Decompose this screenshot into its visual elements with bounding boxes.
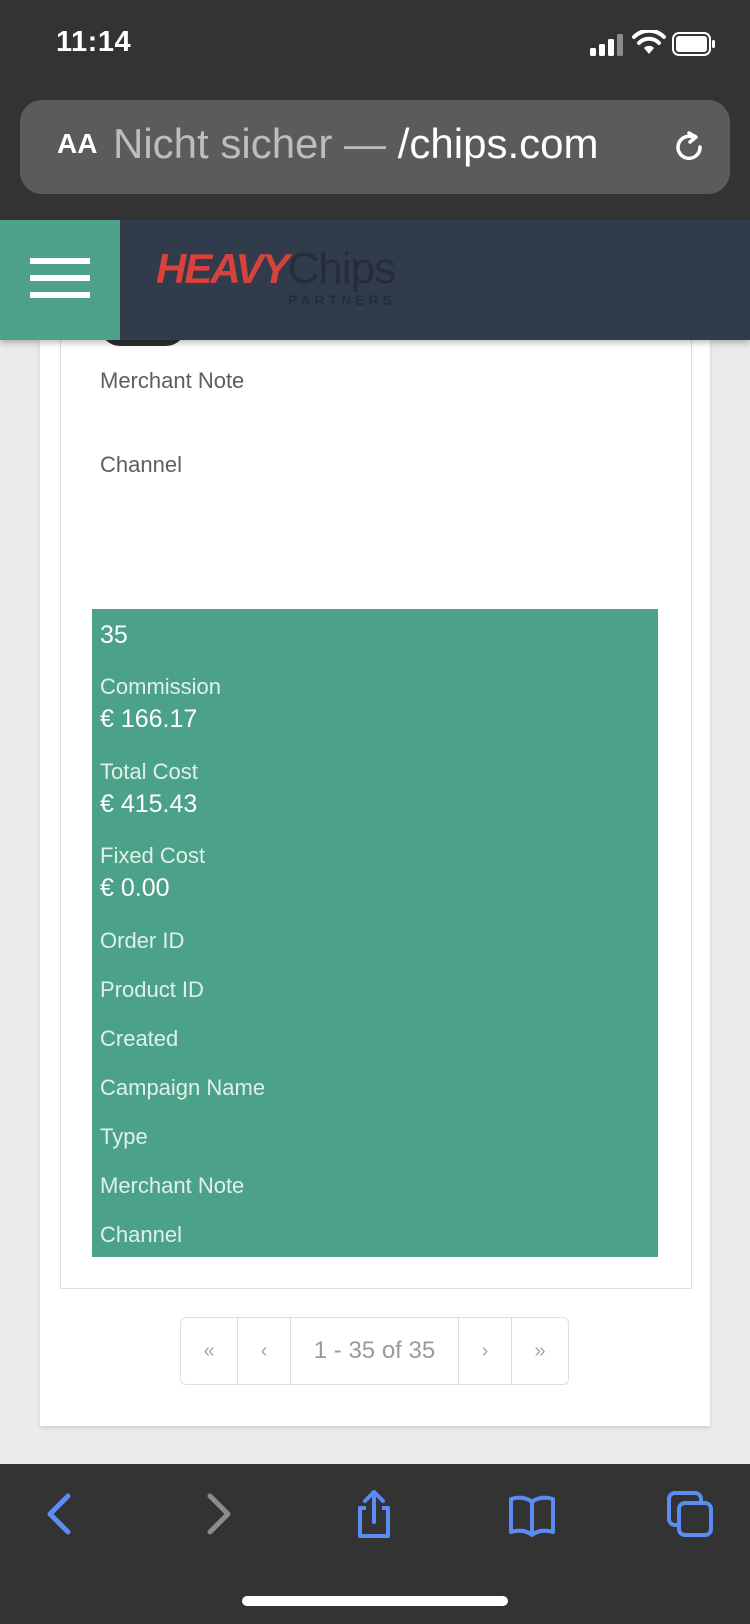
total-cost-label: Total Cost: [100, 759, 198, 784]
last-page-button[interactable]: »: [511, 1318, 568, 1384]
hamburger-menu-button[interactable]: [0, 220, 120, 340]
url-domain: /chips.com: [397, 120, 599, 167]
commission-label: Commission: [100, 674, 222, 699]
pagination: « ‹ 1 - 35 of 35 › »: [180, 1317, 569, 1385]
next-page-button[interactable]: ›: [458, 1318, 511, 1384]
url-text[interactable]: Nicht sicher — /chips.com: [113, 120, 598, 168]
cellular-signal-icon: [590, 34, 626, 56]
product-id-label: Product ID: [100, 977, 204, 1002]
bookmarks-icon[interactable]: [508, 1490, 556, 1538]
browser-chrome: 11:14 AA Nicht sicher — /chips.com: [0, 0, 750, 220]
share-icon[interactable]: [350, 1490, 398, 1538]
merchant-note-label: Merchant Note: [100, 1173, 245, 1198]
page-info: 1 - 35 of 35: [290, 1318, 458, 1384]
forward-icon[interactable]: [194, 1490, 242, 1538]
prev-page-button[interactable]: ‹: [237, 1318, 290, 1384]
fixed-cost-value: € 0.00: [100, 874, 170, 902]
created-label: Created: [100, 1026, 179, 1051]
home-indicator[interactable]: [242, 1596, 508, 1606]
logo-heavy-text: HEAVY: [156, 245, 290, 292]
reload-icon[interactable]: [670, 128, 708, 166]
first-page-button[interactable]: «: [181, 1318, 237, 1384]
back-icon[interactable]: [36, 1490, 84, 1538]
battery-icon: [672, 32, 715, 56]
channel-label: Channel: [100, 1222, 182, 1247]
logo-chips-text: Chips: [287, 244, 396, 293]
reader-text-size-button[interactable]: AA: [57, 128, 97, 160]
commission-value: € 166.17: [100, 705, 198, 733]
wifi-icon: [632, 30, 666, 54]
campaign-name-label: Campaign Name: [100, 1075, 266, 1100]
status-time: 11:14: [56, 26, 132, 58]
logo-partners-text: PARTNERS: [288, 292, 396, 308]
record-number: 35: [100, 621, 128, 649]
url-security-label: Nicht sicher —: [113, 120, 398, 167]
highlighted-record[interactable]: 35 Commission € 166.17 Total Cost € 415.…: [92, 609, 658, 1257]
type-label: Type: [100, 1124, 148, 1149]
merchant-note-label: Merchant Note: [100, 368, 245, 393]
total-cost-value: € 415.43: [100, 790, 198, 818]
channel-label: Channel: [100, 452, 182, 477]
url-bar[interactable]: AA Nicht sicher — /chips.com: [20, 100, 730, 194]
tabs-icon[interactable]: [666, 1490, 714, 1538]
order-id-label: Order ID: [100, 928, 185, 953]
app-header: HEAVYChips PARTNERS: [0, 220, 750, 340]
heavychips-logo[interactable]: HEAVYChips PARTNERS: [156, 244, 396, 314]
hamburger-menu-icon: [30, 258, 90, 264]
fixed-cost-label: Fixed Cost: [100, 843, 206, 868]
